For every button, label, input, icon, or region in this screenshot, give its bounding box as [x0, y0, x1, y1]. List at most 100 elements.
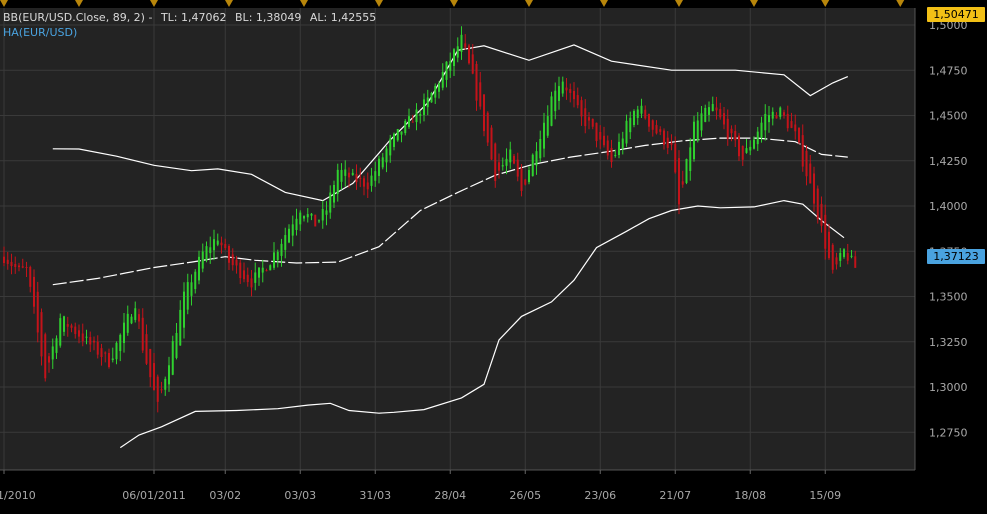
candle-body-bear: [824, 214, 827, 249]
candle-body-bear: [156, 376, 159, 402]
al-value: 1,42555: [330, 11, 377, 24]
candle-body-bear: [565, 87, 568, 91]
event-marker[interactable]: [300, 0, 308, 7]
candle-body-bull: [261, 267, 264, 273]
candle-body-bear: [100, 348, 103, 358]
candle-body-bear: [678, 158, 680, 205]
candle-body-bull: [625, 120, 628, 144]
candle-body-bear: [670, 142, 673, 145]
candle-body-bull: [284, 235, 287, 250]
candle-body-bear: [348, 172, 350, 178]
x-tick-label: 18/08: [734, 489, 766, 502]
candle-body-bear: [831, 244, 834, 270]
event-marker[interactable]: [821, 0, 830, 7]
event-marker[interactable]: [896, 0, 905, 7]
candle-body-bear: [10, 261, 13, 267]
candle-body-bull: [198, 256, 200, 281]
candle-body-bear: [648, 114, 650, 127]
candle-body-bear: [723, 113, 725, 125]
candle-body-bull: [614, 154, 617, 156]
candle-body-bear: [141, 317, 144, 351]
candle-body-bull: [85, 336, 88, 338]
candle-body-bear: [666, 137, 669, 148]
event-marker[interactable]: [75, 0, 83, 7]
candle-body-bull: [711, 104, 714, 112]
candle-body-bull: [550, 96, 553, 126]
candle-body-bull: [258, 267, 260, 278]
candle-body-bull: [618, 141, 620, 156]
event-marker[interactable]: [525, 0, 533, 7]
event-marker[interactable]: [0, 0, 8, 7]
candle-body-bear: [606, 140, 609, 156]
candle-body-bull: [419, 114, 422, 116]
candle-body-bear: [595, 122, 598, 142]
event-marker[interactable]: [600, 0, 608, 7]
candle-body-bull: [171, 341, 174, 375]
candle-body-bull: [205, 246, 208, 261]
candle-body-bull: [505, 158, 508, 166]
candle-body-bear: [25, 266, 28, 268]
candle-body-bear: [81, 333, 84, 342]
event-marker[interactable]: [375, 0, 383, 7]
top-price-badge: 1,50471: [927, 7, 985, 22]
candle-body-bull: [693, 121, 695, 160]
candle-body-bull: [51, 346, 54, 360]
candle-body-bear: [145, 334, 148, 364]
event-marker[interactable]: [675, 0, 683, 7]
candle-body-bull: [59, 318, 62, 346]
candle-body-bear: [790, 121, 793, 128]
al-label: AL:: [309, 11, 328, 24]
candle-body-bull: [273, 252, 275, 268]
candle-body-bull: [400, 131, 403, 135]
x-tick-label: 06/01/2011: [122, 489, 185, 502]
candle-body-bear: [48, 356, 50, 363]
candle-body-bull: [423, 99, 425, 115]
candle-body-bear: [14, 263, 17, 267]
candle-body-bear: [659, 129, 662, 132]
candle-body-bear: [66, 324, 69, 327]
candle-body-bear: [719, 108, 722, 118]
candle-body-bull: [509, 149, 512, 163]
candle-body-bear: [738, 135, 740, 157]
candle-body-bear: [231, 254, 234, 266]
candle-body-bear: [29, 266, 32, 287]
candle-body-bear: [809, 163, 812, 184]
candle-body-bull: [381, 157, 384, 168]
event-markers[interactable]: [0, 0, 905, 7]
candle-body-bear: [798, 127, 800, 143]
x-tick-label: 31/03: [359, 489, 391, 502]
event-marker[interactable]: [450, 0, 458, 7]
event-marker[interactable]: [225, 0, 233, 7]
candle-body-bear: [730, 128, 733, 134]
candle-body-bear: [786, 113, 789, 129]
candle-body-bull: [396, 128, 399, 141]
candle-body-bull: [306, 214, 309, 218]
candle-body-bear: [651, 120, 654, 130]
candle-body-bull: [636, 109, 639, 118]
y-tick-label: 1,4500: [929, 110, 968, 123]
candle-body-bull: [501, 165, 504, 167]
candle-body-bear: [250, 278, 253, 288]
candle-body-bear: [681, 181, 684, 185]
event-marker[interactable]: [750, 0, 758, 7]
candle-body-bear: [6, 259, 9, 264]
candle-body-bear: [363, 178, 365, 187]
candle-body-bear: [160, 389, 163, 391]
candle-body-bear: [220, 242, 223, 246]
candle-body-bull: [340, 169, 343, 182]
candle-body-bear: [314, 214, 317, 227]
candle-body-bull: [288, 228, 290, 243]
candle-body-bear: [70, 325, 73, 328]
tl-label: TL:: [160, 11, 178, 24]
candle-body-bull: [456, 46, 459, 58]
candle-body-bull: [115, 342, 118, 360]
candle-body-bear: [471, 54, 474, 74]
candle-body-bull: [768, 115, 770, 123]
bb-label: BB(EUR/USD.Close, 89, 2) -: [3, 11, 153, 24]
candle-body-bear: [816, 188, 819, 220]
candle-body-bear: [44, 334, 47, 379]
candle-body-bull: [280, 243, 283, 256]
candle-body-bear: [483, 94, 485, 132]
event-marker[interactable]: [150, 0, 158, 7]
candle-body-bear: [674, 143, 677, 173]
